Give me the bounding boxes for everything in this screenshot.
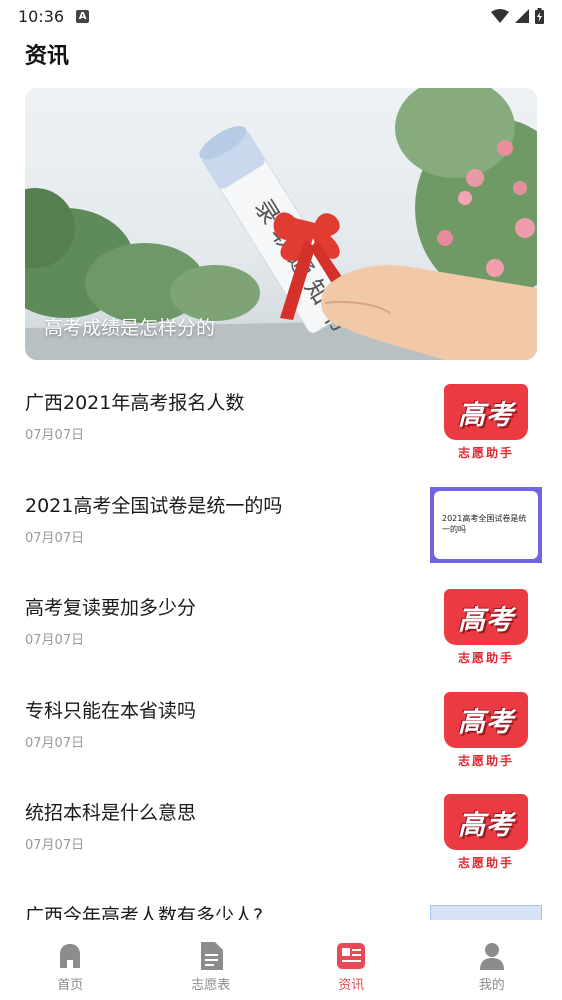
- logo-sub-text: 志愿助手: [457, 753, 514, 768]
- logo-main-text: 高考: [458, 604, 514, 636]
- news-thumbnail: [430, 904, 542, 920]
- news-thumbnail: 2021高考全国试卷是统一的吗: [430, 486, 542, 567]
- news-thumbnail: 高考 志愿助手: [430, 691, 542, 772]
- banner-caption: 高考成绩是怎样分的: [44, 317, 216, 339]
- logo-main-text: 高考: [458, 809, 514, 841]
- nav-news[interactable]: 资讯: [281, 930, 422, 1000]
- logo-main-text: 高考: [458, 399, 514, 431]
- notification-icon: A: [76, 9, 90, 23]
- news-date: 07月07日: [25, 838, 85, 854]
- news-date: 07月07日: [25, 428, 85, 443]
- battery-icon: [535, 8, 544, 24]
- logo-sub-text: 志愿助手: [457, 446, 514, 460]
- signal-icon: [515, 9, 529, 23]
- document-icon: [197, 942, 225, 970]
- list-item[interactable]: 广西2021年高考报名人数 07月07日 高考 志愿助手: [0, 372, 562, 475]
- news-icon: [337, 942, 366, 970]
- logo-main-text: 高考: [458, 707, 514, 739]
- nav-mine[interactable]: 我的: [422, 930, 562, 1000]
- gaokao-logo: 高考 志愿助手: [430, 794, 542, 874]
- bottom-nav: 首页 志愿表 资讯 我的: [0, 930, 562, 1000]
- thumbnail-text: 2021高考全国试卷是统一的吗: [434, 490, 538, 559]
- news-title: 统招本科是什么意思: [25, 802, 197, 825]
- nav-volunteer-table[interactable]: 志愿表: [141, 930, 282, 1000]
- nav-label: 资讯: [338, 978, 365, 993]
- person-icon: [478, 942, 506, 970]
- document-thumbnail: [430, 904, 542, 920]
- banner-carousel[interactable]: 录 取 通 知 书 高考成绩是怎样分的: [25, 88, 537, 360]
- news-date: 07月07日: [25, 735, 85, 751]
- nav-label: 首页: [57, 978, 84, 993]
- list-item[interactable]: 专科只能在本省读吗 07月07日 高考 志愿助手: [0, 680, 562, 783]
- news-title: 2021高考全国试卷是统一的吗: [25, 494, 283, 517]
- logo-sub-text: 志愿助手: [457, 651, 514, 666]
- news-title: 专科只能在本省读吗: [25, 699, 197, 722]
- news-title: 高考复读要加多少分: [25, 597, 197, 620]
- gaokao-logo: 高考 志愿助手: [430, 384, 542, 464]
- gaokao-logo: 高考 志愿助手: [430, 691, 542, 772]
- logo-sub-text: 志愿助手: [457, 856, 514, 871]
- nav-home[interactable]: 首页: [0, 930, 141, 1000]
- list-item[interactable]: 高考复读要加多少分 07月07日 高考 志愿助手: [0, 577, 562, 680]
- status-bar: 10:36 A: [0, 0, 562, 32]
- news-date: 07月07日: [25, 633, 85, 649]
- home-icon: [56, 942, 84, 970]
- news-thumbnail: 高考 志愿助手: [430, 589, 542, 669]
- gaokao-logo: 高考 志愿助手: [430, 589, 542, 669]
- news-list: 广西2021年高考报名人数 07月07日 高考 志愿助手 2021高考全国试卷是…: [0, 372, 562, 920]
- document-thumbnail: 2021高考全国试卷是统一的吗: [430, 486, 542, 563]
- list-item[interactable]: 统招本科是什么意思 07月07日 高考 志愿助手: [0, 782, 562, 885]
- news-thumbnail: 高考 志愿助手: [430, 384, 542, 464]
- page-title: 资讯: [25, 44, 70, 69]
- status-time: 10:36: [18, 6, 65, 26]
- status-icons: [491, 8, 544, 24]
- list-item[interactable]: 广西今年高考人数有多少人?: [0, 885, 562, 920]
- nav-label: 我的: [478, 978, 505, 993]
- nav-label: 志愿表: [191, 978, 231, 993]
- news-thumbnail: 高考 志愿助手: [430, 794, 542, 874]
- news-title: 广西今年高考人数有多少人?: [25, 904, 264, 920]
- wifi-icon: [491, 9, 509, 23]
- list-item[interactable]: 2021高考全国试卷是统一的吗 07月07日 2021高考全国试卷是统一的吗: [0, 475, 562, 578]
- news-date: 07月07日: [25, 530, 85, 546]
- news-title: 广西2021年高考报名人数: [25, 392, 245, 414]
